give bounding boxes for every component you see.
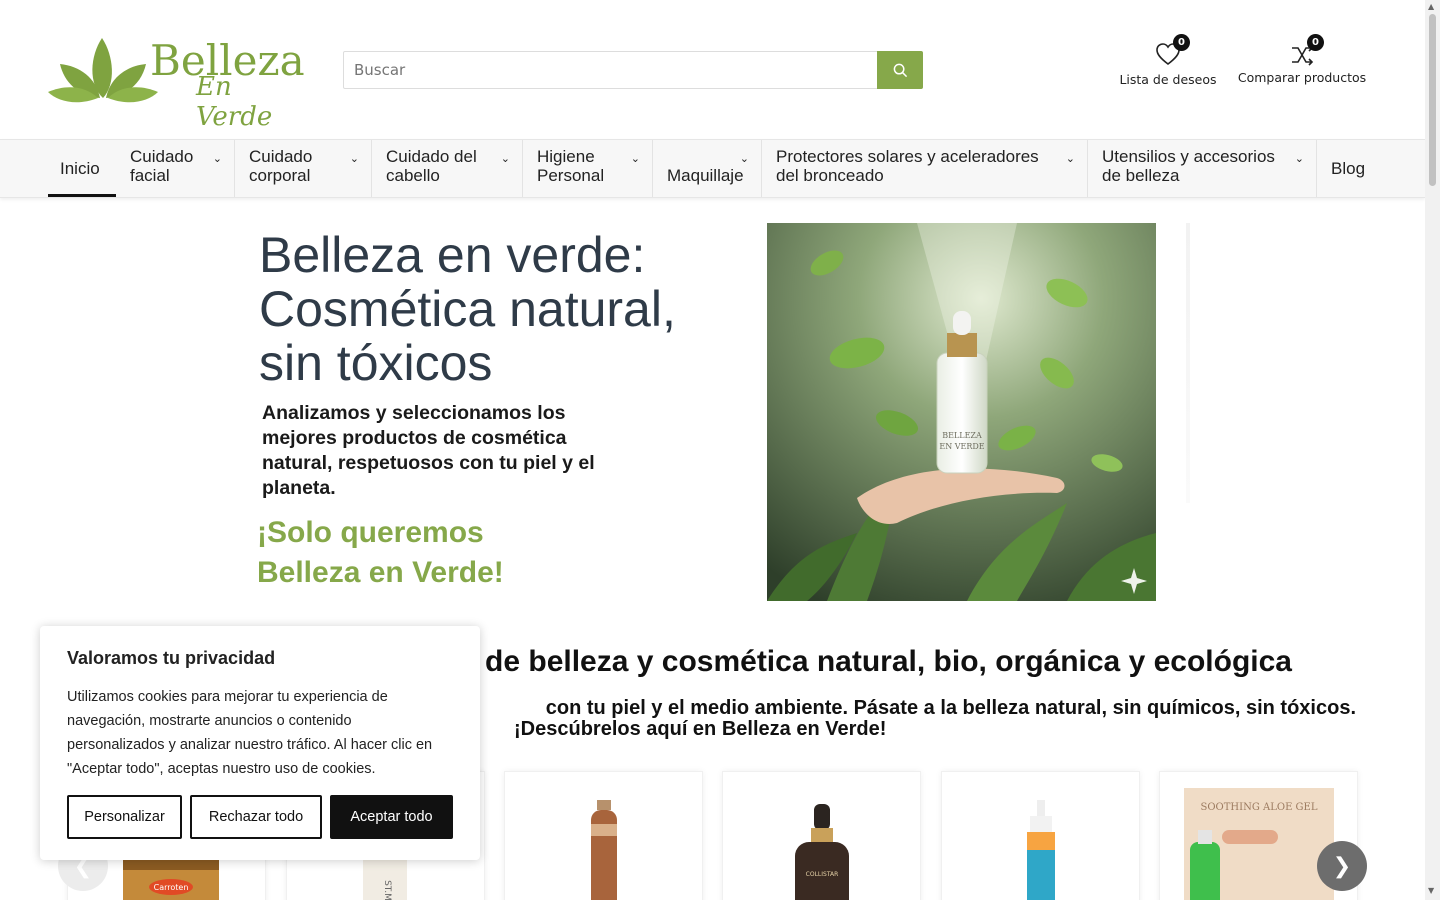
carousel-next-button[interactable]: ❯	[1317, 841, 1367, 891]
product-card[interactable]: COLLISTAR	[722, 771, 921, 900]
section-subtitle-line1: con tu piel y el medio ambiente. Pásate …	[545, 697, 1356, 719]
product-image	[1027, 800, 1055, 900]
hero-image: BELLEZA EN VERDE	[767, 223, 1156, 601]
section-title: s de belleza y cosmética natural, bio, o…	[460, 645, 1292, 678]
accept-all-button[interactable]: Aceptar todo	[330, 795, 453, 839]
slide-edge	[1186, 223, 1190, 503]
cookie-text: Utilizamos cookies para mejorar tu exper…	[67, 689, 433, 777]
nav-item-inicio[interactable]: Inicio	[48, 140, 116, 197]
scrollbar-thumb[interactable]	[1429, 14, 1436, 186]
cookie-consent-banner: Valoramos tu privacidad Utilizamos cooki…	[40, 626, 480, 860]
nav-item-maquillaje[interactable]: Maquillaje ⌄	[653, 140, 762, 197]
chevron-down-icon: ⌄	[349, 153, 359, 165]
nav-item-label: Protectores solares y aceleradores del b…	[776, 147, 1039, 185]
nav-item-label: Maquillaje	[667, 166, 744, 185]
product-label: Carroten	[154, 883, 189, 892]
nav-item-cuidado-cabello[interactable]: Cuidado del cabello ⌄	[372, 140, 523, 197]
main-navigation: Inicio Cuidado facial ⌄ Cuidado corporal…	[0, 139, 1425, 198]
cookie-title: Valoramos tu privacidad	[67, 648, 276, 668]
wishlist-link[interactable]: 0 Lista de deseos	[1118, 34, 1218, 87]
product-label: COLLISTAR	[806, 871, 839, 878]
wishlist-label: Lista de deseos	[1119, 72, 1217, 87]
search-icon	[893, 63, 907, 77]
search-button[interactable]	[877, 51, 923, 89]
product-card[interactable]	[504, 771, 703, 900]
chevron-down-icon: ⌄	[1065, 153, 1075, 165]
compare-link[interactable]: 0 Comparar productos	[1234, 34, 1370, 85]
chevron-down-icon: ⌄	[630, 153, 640, 165]
hero-title: Belleza en verde: Cosmética natural, sin…	[259, 227, 676, 391]
product-image	[591, 800, 617, 900]
site-header: Belleza En Verde 0 Lista de deseos	[0, 0, 1425, 139]
product-card[interactable]	[941, 771, 1140, 900]
svg-text:BELLEZA: BELLEZA	[942, 431, 982, 440]
hero-slogan: ¡Solo queremos Belleza en Verde!	[257, 516, 504, 589]
nav-item-label: Cuidado del cabello	[386, 147, 477, 185]
wishlist-count-badge: 0	[1173, 34, 1190, 51]
product-image: COLLISTAR	[795, 804, 849, 900]
nav-item-utensilios[interactable]: Utensilios y accesorios de belleza ⌄	[1088, 140, 1317, 197]
product-label: ST.MO	[382, 880, 392, 900]
logo-subtitle: En Verde	[196, 72, 273, 132]
page-scrollbar[interactable]: ▲ ▼	[1425, 0, 1440, 900]
compare-label: Comparar productos	[1237, 70, 1367, 85]
nav-item-higiene-personal[interactable]: Higiene Personal ⌄	[523, 140, 653, 197]
search-input[interactable]	[343, 51, 878, 89]
nav-item-label: Inicio	[60, 159, 100, 178]
scroll-up-arrow-icon[interactable]: ▲	[1428, 2, 1434, 11]
svg-text:EN VERDE: EN VERDE	[939, 442, 984, 451]
nav-item-cuidado-corporal[interactable]: Cuidado corporal ⌄	[235, 140, 372, 197]
nav-item-label: Utensilios y accesorios de belleza	[1102, 147, 1275, 185]
nav-item-label: Cuidado corporal	[249, 147, 313, 185]
nav-item-protectores-solares[interactable]: Protectores solares y aceleradores del b…	[762, 140, 1088, 197]
search-bar	[343, 51, 923, 89]
compare-count-badge: 0	[1307, 34, 1324, 51]
nav-item-label: Cuidado facial	[130, 147, 194, 185]
chevron-right-icon: ❯	[1332, 853, 1352, 879]
hero-description: Analizamos y seleccionamos los mejores p…	[262, 402, 595, 499]
nav-item-label: Blog	[1331, 159, 1366, 178]
chevron-down-icon: ⌄	[212, 153, 222, 165]
reject-all-button[interactable]: Rechazar todo	[190, 795, 322, 839]
nav-item-label: Higiene Personal	[537, 147, 605, 185]
leaf-logo-icon	[48, 38, 158, 103]
site-logo[interactable]: Belleza En Verde	[48, 30, 305, 132]
scroll-down-arrow-icon[interactable]: ▼	[1428, 886, 1434, 895]
section-subtitle-line2: ¡Descúbrelos aquí en Belleza en Verde!	[514, 718, 887, 740]
chevron-down-icon: ⌄	[739, 153, 749, 165]
chevron-down-icon: ⌄	[500, 153, 510, 165]
section-subtitle: con tu piel y el medio ambiente. Pásate …	[476, 698, 1356, 740]
customize-button[interactable]: Personalizar	[67, 795, 182, 839]
nav-item-blog[interactable]: Blog	[1317, 140, 1377, 197]
nav-item-cuidado-facial[interactable]: Cuidado facial ⌄	[116, 140, 235, 197]
chevron-down-icon: ⌄	[1294, 153, 1304, 165]
product-label: SOOTHING ALOE GEL	[1201, 802, 1318, 813]
